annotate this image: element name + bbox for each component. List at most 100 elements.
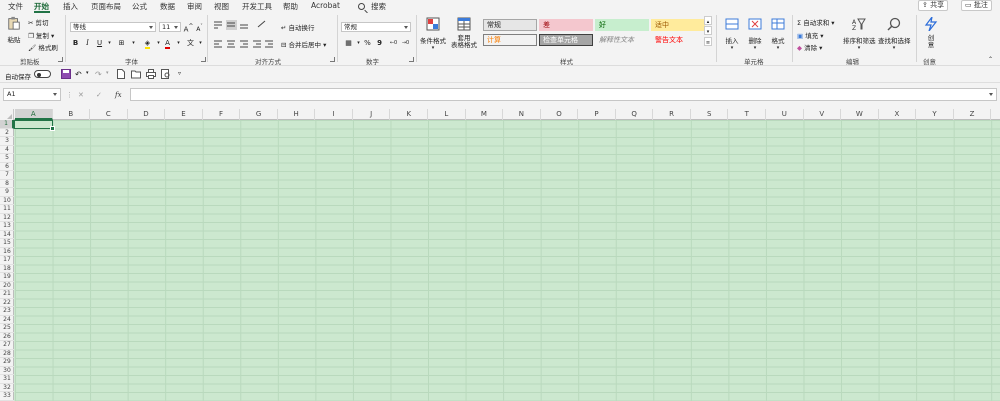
row-header[interactable]: 8 xyxy=(0,180,14,188)
row-header[interactable]: 11 xyxy=(0,205,14,214)
column-header[interactable]: Z xyxy=(954,109,992,120)
column-header[interactable]: G xyxy=(240,109,278,120)
column-header[interactable]: X xyxy=(879,109,917,120)
column-header[interactable]: V xyxy=(804,109,842,120)
row-header[interactable]: 25 xyxy=(0,324,14,333)
format-cells-button[interactable]: 格式 ▾ xyxy=(768,17,788,51)
share-button[interactable]: ⇪ 共享 xyxy=(918,0,949,11)
decrease-decimal-button[interactable]: →0 xyxy=(400,38,411,48)
tab-acrobat[interactable]: Acrobat xyxy=(311,1,340,10)
redo-icon[interactable]: ↷ xyxy=(95,70,102,79)
active-cell[interactable] xyxy=(14,120,55,131)
row-header[interactable]: 4 xyxy=(0,146,14,154)
cell-area[interactable] xyxy=(15,120,1000,401)
row-header[interactable]: 32 xyxy=(0,384,14,392)
grow-font-button[interactable]: A^ xyxy=(183,22,194,33)
column-header[interactable]: P xyxy=(578,109,616,120)
row-header[interactable]: 33 xyxy=(0,392,14,401)
column-header[interactable]: W xyxy=(841,109,879,120)
comma-style-button[interactable]: 9 xyxy=(374,38,385,48)
tab-developer[interactable]: 开发工具 xyxy=(242,1,272,12)
column-header[interactable]: O xyxy=(541,109,579,120)
cell-style-item[interactable]: 适中 xyxy=(651,19,705,31)
column-header[interactable]: T xyxy=(728,109,766,120)
comment-button[interactable]: ▭ 批注 xyxy=(961,0,992,11)
tab-page-layout[interactable]: 页面布局 xyxy=(91,1,121,12)
ideas-button[interactable]: 创 意 xyxy=(921,16,941,49)
number-format-select[interactable]: 常规 xyxy=(341,22,411,32)
cell-style-item[interactable]: 常规 xyxy=(483,19,537,31)
column-header[interactable]: N xyxy=(503,109,541,120)
row-header[interactable]: 31 xyxy=(0,375,14,384)
column-header[interactable]: I xyxy=(315,109,353,120)
cell-style-item[interactable]: 解释性文本 xyxy=(595,34,649,46)
row-header[interactable]: 9 xyxy=(0,188,14,197)
column-header[interactable]: J xyxy=(353,109,391,120)
styles-scroll-down[interactable]: ▾ xyxy=(704,26,712,35)
row-header[interactable]: 15 xyxy=(0,239,14,248)
row-header[interactable]: 5 xyxy=(0,154,14,163)
print-icon[interactable] xyxy=(146,69,156,79)
drag-handle-icon[interactable]: ⋮ xyxy=(66,91,73,99)
font-launcher[interactable] xyxy=(201,57,206,62)
column-header[interactable]: L xyxy=(428,109,466,120)
increase-decimal-button[interactable]: ←0 xyxy=(388,38,399,48)
row-header[interactable]: 2 xyxy=(0,129,14,137)
open-folder-icon[interactable] xyxy=(131,69,141,79)
tab-insert[interactable]: 插入 xyxy=(63,1,78,12)
row-header[interactable]: 27 xyxy=(0,341,14,350)
column-header[interactable]: K xyxy=(391,109,429,120)
row-header[interactable]: 3 xyxy=(0,137,14,146)
customize-qat-icon[interactable]: ▿ xyxy=(178,70,181,77)
shrink-font-button[interactable]: Aˇ xyxy=(194,22,205,33)
font-size-select[interactable]: 11 xyxy=(159,22,181,32)
percent-button[interactable]: % xyxy=(362,38,373,48)
cell-style-item[interactable]: 检查单元格 xyxy=(539,34,593,46)
paste-button[interactable]: 粘贴 xyxy=(6,16,22,44)
bold-button[interactable]: B xyxy=(70,38,81,48)
row-header[interactable]: 13 xyxy=(0,222,14,231)
delete-cells-button[interactable]: 删除 ▾ xyxy=(745,17,765,51)
row-header[interactable]: 30 xyxy=(0,367,14,375)
styles-more[interactable]: ≡ xyxy=(704,37,712,46)
column-header[interactable]: M xyxy=(466,109,504,120)
worksheet-grid[interactable]: ABCDEFGHIJKLMNOPQRSTUVWXYZ 1 2 3 4 5 6 7 8 9 10 11… xyxy=(0,109,1000,401)
formula-input[interactable] xyxy=(130,88,997,101)
row-header[interactable]: 6 xyxy=(0,163,14,171)
row-header[interactable]: 18 xyxy=(0,265,14,273)
tab-data[interactable]: 数据 xyxy=(160,1,175,12)
row-header[interactable]: 19 xyxy=(0,273,14,282)
column-header[interactable]: E xyxy=(165,109,203,120)
column-header[interactable]: Y xyxy=(916,109,954,120)
column-header[interactable]: D xyxy=(128,109,166,120)
copy-button[interactable]: ❐ 复制 ▾ xyxy=(28,30,54,40)
merge-center-button[interactable]: ⊟ 合并后居中 ▾ xyxy=(281,39,326,49)
column-header[interactable]: R xyxy=(653,109,691,120)
cell-style-item[interactable]: 差 xyxy=(539,19,593,31)
row-header[interactable]: 22 xyxy=(0,299,14,307)
row-header[interactable]: 1 xyxy=(0,120,14,129)
save-icon[interactable] xyxy=(61,69,71,79)
alignment-launcher[interactable] xyxy=(330,57,335,62)
row-header[interactable]: 14 xyxy=(0,231,14,239)
row-header[interactable]: 12 xyxy=(0,214,14,222)
row-header[interactable]: 24 xyxy=(0,316,14,324)
row-header[interactable]: 17 xyxy=(0,256,14,265)
underline-dropdown[interactable]: ▾ xyxy=(104,38,115,48)
column-header[interactable]: U xyxy=(766,109,804,120)
undo-icon[interactable]: ↶ xyxy=(75,70,82,79)
insert-cells-button[interactable]: 插入 ▾ xyxy=(722,17,742,51)
number-launcher[interactable] xyxy=(409,57,414,62)
cell-style-item[interactable]: 好 xyxy=(595,19,649,31)
fill-button[interactable]: ▣ 填充 ▾ xyxy=(797,30,824,40)
clear-button[interactable]: ◆ 清除 ▾ xyxy=(797,42,822,52)
tab-help[interactable]: 帮助 xyxy=(283,1,298,12)
column-header[interactable]: Q xyxy=(616,109,654,120)
name-box[interactable]: A1 xyxy=(3,88,61,101)
redo-dropdown[interactable]: ▾ xyxy=(106,70,109,76)
row-header[interactable]: 21 xyxy=(0,290,14,299)
cell-style-item[interactable]: 计算 xyxy=(483,34,537,46)
tab-formulas[interactable]: 公式 xyxy=(132,1,147,12)
format-as-table-button[interactable]: 套用 表格格式 xyxy=(449,17,479,49)
sort-filter-button[interactable]: AZ 排序和筛选 ▾ xyxy=(843,17,876,51)
